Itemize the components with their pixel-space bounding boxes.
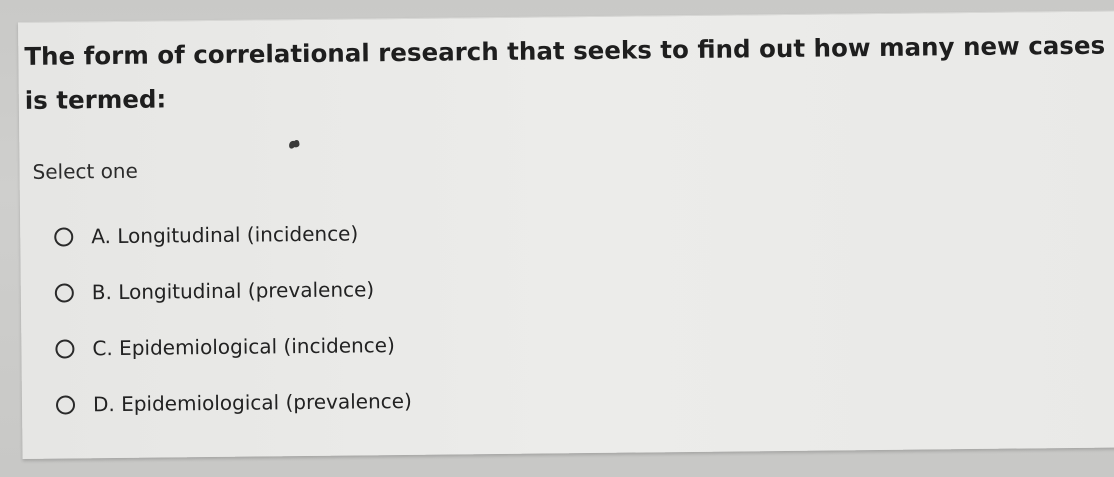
option-a-text: Longitudinal (incidence) (117, 221, 359, 248)
select-one-label: Select one (32, 158, 138, 184)
option-c-text: Epidemiological (incidence) (118, 333, 395, 360)
option-a[interactable]: A. Longitudinal (incidence) (54, 205, 410, 265)
option-a-label: A. Longitudinal (incidence) (91, 221, 358, 248)
option-b[interactable]: B. Longitudinal (prevalence) (54, 261, 411, 321)
option-b-label: B. Longitudinal (prevalence) (92, 277, 375, 304)
option-a-letter: A. (91, 224, 112, 249)
option-d-label: D. Epidemiological (prevalence) (93, 389, 412, 416)
option-d[interactable]: D. Epidemiological (prevalence) (55, 373, 412, 433)
option-b-text: Longitudinal (prevalence) (118, 277, 375, 304)
option-d-letter: D. (92, 392, 115, 417)
answer-options: A. Longitudinal (incidence) B. Longitudi… (54, 205, 412, 433)
option-c-label: C. Epidemiological (incidence) (92, 333, 395, 360)
radio-button-a[interactable] (54, 226, 74, 247)
option-d-text: Epidemiological (prevalence) (121, 388, 412, 416)
radio-button-d[interactable] (55, 394, 76, 415)
smudge-mark (289, 140, 300, 149)
question-card: The form of correlational research that … (18, 10, 1114, 459)
option-c[interactable]: C. Epidemiological (incidence) (55, 317, 411, 377)
option-b-letter: B. (91, 280, 113, 305)
option-c-letter: C. (92, 336, 113, 361)
question-text: The form of correlational research that … (24, 24, 1114, 123)
radio-button-b[interactable] (54, 282, 74, 303)
radio-button-c[interactable] (55, 338, 75, 359)
